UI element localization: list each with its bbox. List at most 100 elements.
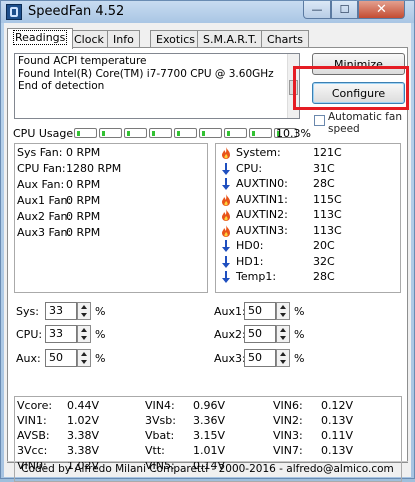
maximize-window-button[interactable]: ☐ xyxy=(331,1,358,19)
speed-label-cpu: CPU: xyxy=(16,328,43,341)
automatic-fan-speed-label[interactable]: Automatic fan speed xyxy=(328,111,408,135)
temp-label: AUXTIN3: xyxy=(236,223,288,237)
speedfan-window: SpeedFan 4.52 — ☐ ✕ Readings Clock Info … xyxy=(0,0,415,482)
temperature-readings: System: 121C CPU: 31C AUXTIN0: 28C AUXTIN1: 115… xyxy=(215,143,401,293)
percent-sign: % xyxy=(294,328,305,341)
voltage-value: 0.12V xyxy=(321,399,354,412)
voltage-label: VIN3: xyxy=(273,429,303,442)
title-bar[interactable]: SpeedFan 4.52 — ☐ ✕ xyxy=(1,1,414,23)
cpu-usage-segment xyxy=(174,128,197,138)
temp-value: 113C xyxy=(313,223,342,237)
voltage-label: VIN4: xyxy=(145,399,175,412)
down-arrow-icon xyxy=(222,162,230,175)
voltage-label: Vbat: xyxy=(145,429,175,442)
voltage-row: VIN3: 0.11V xyxy=(273,429,393,444)
voltage-label: VIN7: xyxy=(273,444,303,457)
tab-exotics[interactable]: Exotics xyxy=(150,30,201,48)
tab-charts[interactable]: Charts xyxy=(261,30,309,48)
log-scrollbar[interactable] xyxy=(287,54,299,118)
speed-label-aux: Aux: xyxy=(16,352,41,365)
temp-label: AUXTIN0: xyxy=(236,177,288,190)
temp-label: AUXTIN2: xyxy=(236,208,288,221)
voltage-label: VIN6: xyxy=(273,399,303,412)
flame-icon xyxy=(222,147,230,159)
voltage-row: VIN7: 0.13V xyxy=(273,444,393,459)
log-line: Found Intel(R) Core(TM) i7-7700 CPU @ 3.… xyxy=(18,67,274,80)
aux3-speed-input[interactable]: 50 xyxy=(244,349,276,367)
voltage-row: Vtt: 1.01V xyxy=(145,444,265,459)
close-window-button[interactable]: ✕ xyxy=(358,1,405,19)
temp-value: 115C xyxy=(313,192,342,206)
cpu-usage-segment xyxy=(224,128,247,138)
tab-clock[interactable]: Clock xyxy=(68,30,110,48)
percent-sign: % xyxy=(95,305,106,318)
voltage-value: 1.01V xyxy=(193,444,226,457)
voltage-label: Vcore: xyxy=(17,399,53,412)
aux2-speed-input[interactable]: 50 xyxy=(244,325,276,343)
voltage-value: 3.38V xyxy=(67,429,100,442)
cpu-usage-segment xyxy=(149,128,172,138)
sys-speed-input[interactable]: 33 xyxy=(45,302,77,320)
tab-smart[interactable]: S.M.A.R.T. xyxy=(197,30,263,48)
fan-row-aux1: Aux1 Fan:0 RPM xyxy=(17,194,101,207)
sys-speed-stepper[interactable] xyxy=(77,302,91,320)
voltage-value: 1.02V xyxy=(67,414,100,427)
percent-sign: % xyxy=(95,352,106,365)
cpu-speed-stepper[interactable] xyxy=(77,325,91,343)
temp-value: 20C xyxy=(313,239,335,252)
voltage-value: 0.13V xyxy=(321,444,354,457)
voltage-label: Vtt: xyxy=(145,444,165,457)
window-title: SpeedFan 4.52 xyxy=(28,4,125,19)
cpu-usage-segment xyxy=(249,128,272,138)
detection-log[interactable]: Found ACPI temperature Found Intel(R) Co… xyxy=(14,53,300,119)
temp-value: 32C xyxy=(313,254,335,268)
speed-label-sys: Sys: xyxy=(16,305,39,318)
close-icon: ✕ xyxy=(376,2,387,17)
temp-value: 31C xyxy=(313,161,335,175)
fan-row-aux: Aux Fan: 0 RPM xyxy=(17,178,101,191)
cpu-speed-input[interactable]: 33 xyxy=(45,325,77,343)
automatic-fan-speed-checkbox[interactable] xyxy=(314,115,325,126)
voltage-row: VIN6: 0.12V xyxy=(273,399,393,414)
voltage-row: AVSB: 3.38V xyxy=(17,429,137,444)
cpu-usage-meter xyxy=(74,128,304,138)
aux2-speed-stepper[interactable] xyxy=(276,325,290,343)
minimize-button[interactable]: Minimize xyxy=(312,53,405,75)
fan-row-sys: Sys Fan: 0 RPM xyxy=(17,146,101,159)
down-arrow-icon xyxy=(222,271,230,283)
cpu-usage-label: CPU Usage xyxy=(13,127,74,140)
temp-label: CPU: xyxy=(236,161,263,175)
aux1-speed-stepper[interactable] xyxy=(276,302,290,320)
voltage-value: 0.44V xyxy=(67,399,100,412)
aux1-speed-input[interactable]: 50 xyxy=(244,302,276,320)
log-line: End of detection xyxy=(18,80,105,92)
aux-speed-stepper[interactable] xyxy=(77,349,91,367)
cpu-usage-segment xyxy=(74,128,97,138)
speed-label-aux2: Aux2: xyxy=(214,328,246,341)
aux-speed-input[interactable]: 50 xyxy=(45,349,77,367)
voltage-row: Vcore: 0.44V xyxy=(17,399,137,414)
temp-label: HD1: xyxy=(236,254,264,268)
down-arrow-icon xyxy=(222,240,230,252)
cpu-usage-segment xyxy=(124,128,147,138)
voltage-label: 3Vcc: xyxy=(17,444,48,457)
aux3-speed-stepper[interactable] xyxy=(276,349,290,367)
percent-sign: % xyxy=(294,352,305,365)
voltage-value: 3.36V xyxy=(193,414,226,427)
fan-row-aux3: Aux3 Fan:0 RPM xyxy=(17,226,101,239)
fan-row-aux2: Aux2 Fan:0 RPM xyxy=(17,210,101,223)
tab-readings[interactable]: Readings xyxy=(7,28,74,49)
voltage-label: VIN2: xyxy=(273,414,303,427)
tab-info[interactable]: Info xyxy=(107,30,140,48)
speed-label-aux1: Aux1: xyxy=(214,305,246,318)
flame-icon xyxy=(222,193,230,206)
cpu-usage-percent: 10.3% xyxy=(276,127,311,140)
down-arrow-icon xyxy=(222,178,230,190)
voltage-row: VIN2: 0.13V xyxy=(273,414,393,429)
flame-icon xyxy=(222,209,230,221)
voltage-value: 0.13V xyxy=(321,414,354,427)
minimize-window-button[interactable]: — xyxy=(303,1,331,19)
log-scroll-thumb[interactable] xyxy=(289,80,298,95)
readings-panel: Found ACPI temperature Found Intel(R) Co… xyxy=(7,47,409,482)
configure-button[interactable]: Configure xyxy=(312,82,405,104)
